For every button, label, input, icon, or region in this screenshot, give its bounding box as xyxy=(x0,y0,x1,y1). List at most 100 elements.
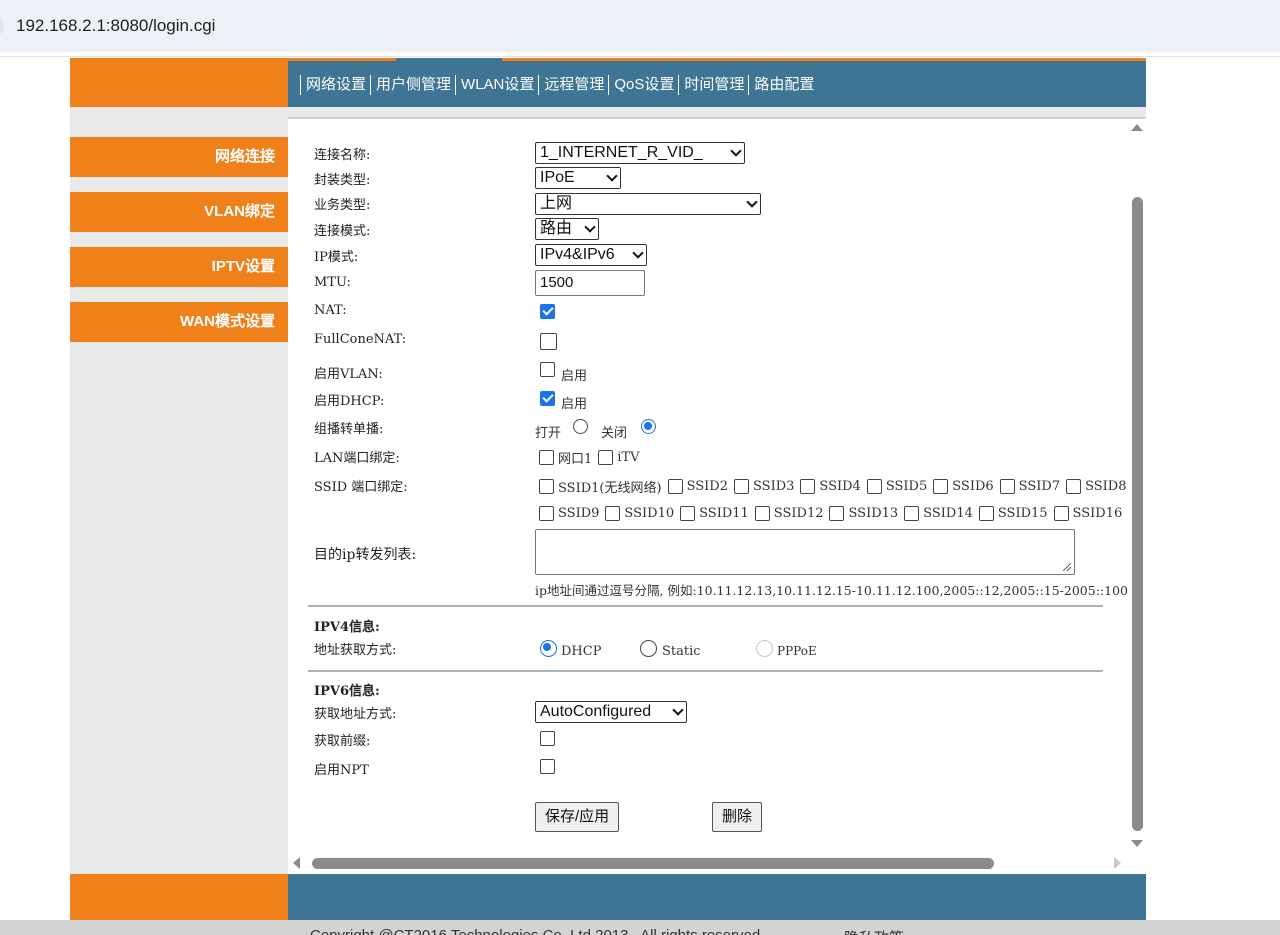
itv-option[interactable]: iTV xyxy=(598,450,640,465)
ssid-checkbox[interactable] xyxy=(866,479,882,494)
menu-route-config[interactable]: 路由配置 xyxy=(748,75,818,95)
scroll-right-arrow-icon[interactable] xyxy=(1114,857,1121,869)
ssid-option[interactable]: SSID5 xyxy=(866,479,927,494)
delete-button[interactable]: 删除 xyxy=(712,802,763,832)
address-url[interactable]: 192.168.2.1:8080/login.cgi xyxy=(16,16,215,36)
menu-time-management[interactable]: 时间管理 xyxy=(678,75,748,95)
footer-right-block xyxy=(288,874,1146,920)
ssid-checkbox[interactable] xyxy=(539,479,554,494)
ssid-checkbox[interactable] xyxy=(1066,479,1082,494)
enable-npt-checkbox[interactable] xyxy=(540,759,555,774)
footer-bar: Copyright @CT2016 Technologies Co.,Ltd 2… xyxy=(0,920,1280,935)
ssid-option[interactable]: SSID3 xyxy=(733,479,794,494)
service-type-select[interactable]: 上网 xyxy=(535,193,761,215)
content-top-strip xyxy=(288,107,1146,117)
ssid-label: SSID1(无线网络) xyxy=(558,481,662,496)
dest-ip-hint: ip地址间通过逗号分隔, 例如:10.11.12.13,10.11.12.15-… xyxy=(535,583,1128,598)
ssid-checkbox[interactable] xyxy=(754,506,770,521)
ssid-checkbox[interactable] xyxy=(733,479,749,494)
service-type-label: 业务类型: xyxy=(314,198,371,213)
ssid-checkbox[interactable] xyxy=(605,506,621,521)
ssid-option[interactable]: SSID16 xyxy=(1053,506,1122,521)
scroll-down-arrow-icon[interactable] xyxy=(1131,840,1143,847)
ssid-checkbox[interactable] xyxy=(933,479,949,494)
sidebar-item-iptv-settings[interactable]: IPTV设置 xyxy=(70,247,288,287)
ssid-option[interactable]: SSID7 xyxy=(999,479,1060,494)
menu-network-settings[interactable]: 网络设置 xyxy=(300,75,370,95)
ip-mode-select[interactable]: IPv4&IPv6 xyxy=(535,244,647,266)
ssid-checkbox[interactable] xyxy=(1053,506,1069,521)
multicast-off-radio[interactable] xyxy=(641,419,656,434)
conn-mode-value: 路由 xyxy=(540,220,573,237)
lan-port1-option[interactable]: 网口1 xyxy=(539,448,592,467)
multicast-on-label: 打开 xyxy=(535,426,562,441)
ipv4-dhcp-radio[interactable] xyxy=(540,640,557,657)
ssid-checkbox[interactable] xyxy=(680,506,696,521)
ip-mode-label: IP模式: xyxy=(314,250,359,265)
resize-grip-icon[interactable] xyxy=(1063,563,1071,571)
sidebar-item-vlan-binding[interactable]: VLAN绑定 xyxy=(70,192,288,232)
ssid-checkbox[interactable] xyxy=(800,479,816,494)
ssid-option[interactable]: SSID8 xyxy=(1066,479,1127,494)
ip-mode-value: IPv4&IPv6 xyxy=(540,246,615,263)
ssid-checkbox[interactable] xyxy=(904,506,920,521)
ssid-checkbox[interactable] xyxy=(829,506,845,521)
menu-user-side-management[interactable]: 用户侧管理 xyxy=(370,75,455,95)
ipv4-static-label: Static xyxy=(662,644,701,659)
itv-checkbox[interactable] xyxy=(598,450,614,465)
ssid-bind-row1: SSID1(无线网络) SSID2 SSID3 SSID4 SSID5 SSID… xyxy=(539,477,1133,496)
vertical-scroll-thumb[interactable] xyxy=(1132,197,1143,831)
ssid-checkbox[interactable] xyxy=(539,506,554,521)
address-bar[interactable]: 192.168.2.1:8080/login.cgi xyxy=(0,0,1280,52)
enable-vlan-checkbox[interactable] xyxy=(540,362,555,377)
ssid-option[interactable]: SSID1(无线网络) xyxy=(539,477,662,496)
save-apply-button[interactable]: 保存/应用 xyxy=(535,802,620,832)
sidebar-item-network-connection[interactable]: 网络连接 xyxy=(70,137,288,177)
privacy-policy-link[interactable]: 隐私政策 xyxy=(844,927,904,935)
lan-bind-options: 网口1 iTV xyxy=(539,448,646,467)
ipv4-static-radio[interactable] xyxy=(640,640,657,657)
encap-type-label: 封装类型: xyxy=(314,173,371,188)
ipv4-pppoe-radio[interactable] xyxy=(756,640,773,657)
sidebar-item-wan-mode-settings[interactable]: WAN模式设置 xyxy=(70,302,288,342)
ssid-option[interactable]: SSID15 xyxy=(978,506,1048,521)
ssid-option[interactable]: SSID14 xyxy=(904,506,973,521)
ssid-option[interactable]: SSID11 xyxy=(680,506,749,521)
lan-port1-checkbox[interactable] xyxy=(539,450,554,465)
mtu-input[interactable]: 1500 xyxy=(535,270,645,296)
site-info-icon[interactable] xyxy=(0,18,4,34)
horizontal-scroll-thumb[interactable] xyxy=(312,858,994,869)
ipv6-addr-select[interactable]: AutoConfigured xyxy=(535,701,687,723)
ssid-option[interactable]: SSID10 xyxy=(605,506,674,521)
scroll-up-arrow-icon[interactable] xyxy=(1131,124,1143,131)
menu-wlan-settings[interactable]: WLAN设置 xyxy=(455,75,538,95)
ssid-label: SSID10 xyxy=(624,506,675,521)
enable-vlan-option: 启用 xyxy=(561,369,588,384)
fullcone-nat-checkbox[interactable] xyxy=(540,333,557,350)
connection-name-select[interactable]: 1_INTERNET_R_VID_ xyxy=(535,142,745,164)
ssid-option[interactable]: SSID9 xyxy=(539,506,599,521)
enable-dhcp-option: 启用 xyxy=(561,397,588,412)
nat-checkbox[interactable] xyxy=(540,304,555,319)
lan-bind-label: LAN端口绑定: xyxy=(314,451,400,466)
conn-mode-select[interactable]: 路由 xyxy=(535,218,599,240)
enable-dhcp-checkbox[interactable] xyxy=(540,391,555,406)
ssid-checkbox[interactable] xyxy=(978,506,994,521)
ssid-option[interactable]: SSID6 xyxy=(933,479,994,494)
ssid-option[interactable]: SSID13 xyxy=(829,506,898,521)
ssid-option[interactable]: SSID2 xyxy=(667,479,728,494)
ssid-label: SSID6 xyxy=(952,479,994,494)
ssid-checkbox[interactable] xyxy=(667,479,683,494)
scroll-left-arrow-icon[interactable] xyxy=(293,857,300,869)
multicast-on-radio[interactable] xyxy=(573,419,588,434)
encap-type-select[interactable]: IPoE xyxy=(535,167,621,189)
ssid-option[interactable]: SSID4 xyxy=(800,479,861,494)
ipv6-prefix-checkbox[interactable] xyxy=(540,731,555,746)
dest-ip-textarea[interactable] xyxy=(535,529,1075,575)
menu-remote-management[interactable]: 远程管理 xyxy=(538,75,608,95)
menu-qos-settings[interactable]: QoS设置 xyxy=(608,75,678,95)
ssid-label: SSID9 xyxy=(558,506,600,521)
ssid-checkbox[interactable] xyxy=(999,479,1015,494)
ssid-option[interactable]: SSID12 xyxy=(754,506,823,521)
ipv4-title: IPV4信息: xyxy=(314,620,380,635)
